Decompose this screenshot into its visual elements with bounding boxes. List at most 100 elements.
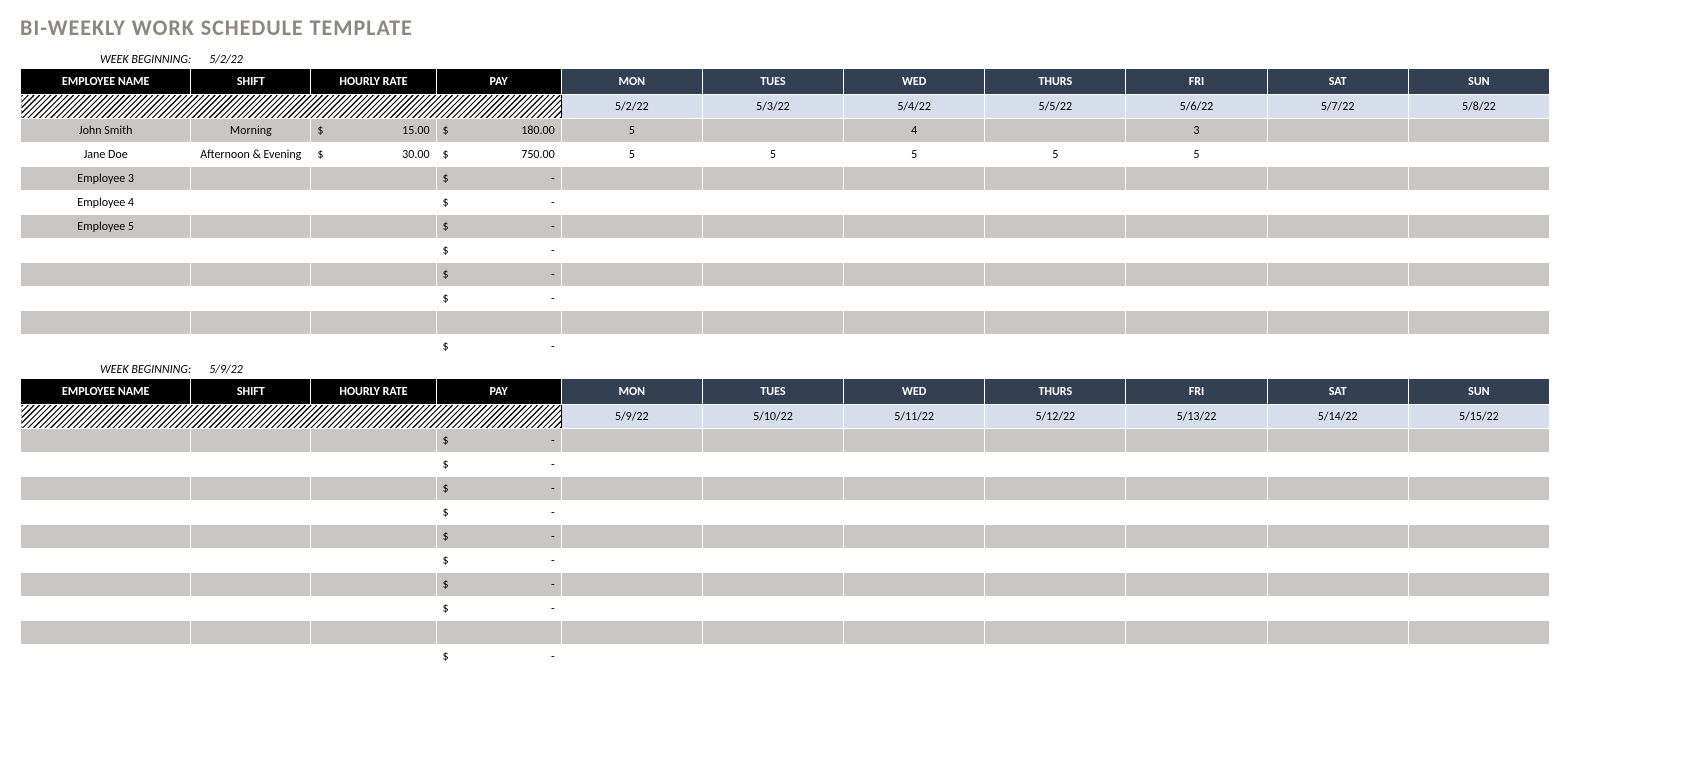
- cell-hours[interactable]: [702, 263, 843, 287]
- cell-hours[interactable]: [1267, 501, 1408, 525]
- cell-hourly-rate[interactable]: 30.00: [311, 143, 436, 167]
- cell-hours[interactable]: [1408, 311, 1549, 335]
- cell-hours[interactable]: [1126, 239, 1267, 263]
- cell-hours[interactable]: [1267, 191, 1408, 215]
- cell-hours[interactable]: [702, 597, 843, 621]
- cell-hours[interactable]: [1267, 263, 1408, 287]
- cell-hours[interactable]: [1126, 573, 1267, 597]
- cell-hours[interactable]: [1126, 335, 1267, 359]
- cell-hours[interactable]: [1267, 597, 1408, 621]
- cell-shift[interactable]: [191, 311, 311, 335]
- cell-hours[interactable]: 5: [1126, 143, 1267, 167]
- cell-hours[interactable]: [1408, 143, 1549, 167]
- cell-hours[interactable]: [702, 335, 843, 359]
- cell-hours[interactable]: [1126, 453, 1267, 477]
- cell-employee-name[interactable]: [21, 453, 191, 477]
- cell-hourly-rate[interactable]: [311, 573, 436, 597]
- cell-hours[interactable]: [702, 525, 843, 549]
- cell-hours[interactable]: 5: [561, 143, 702, 167]
- cell-hours[interactable]: [844, 525, 985, 549]
- cell-hours[interactable]: [561, 311, 702, 335]
- cell-hours[interactable]: 5: [985, 143, 1126, 167]
- cell-hours[interactable]: [1408, 191, 1549, 215]
- cell-hours[interactable]: [1408, 429, 1549, 453]
- cell-hours[interactable]: [1126, 549, 1267, 573]
- cell-hours[interactable]: [985, 645, 1126, 669]
- cell-hours[interactable]: [985, 119, 1126, 143]
- cell-hours[interactable]: 3: [1126, 119, 1267, 143]
- cell-hours[interactable]: [1126, 645, 1267, 669]
- cell-hours[interactable]: 5: [561, 119, 702, 143]
- cell-hours[interactable]: [1408, 597, 1549, 621]
- cell-hours[interactable]: [1267, 287, 1408, 311]
- cell-shift[interactable]: [191, 167, 311, 191]
- cell-hours[interactable]: [561, 215, 702, 239]
- cell-shift[interactable]: Afternoon & Evening: [191, 143, 311, 167]
- cell-hours[interactable]: [561, 453, 702, 477]
- cell-hours[interactable]: [985, 191, 1126, 215]
- cell-hours[interactable]: [702, 621, 843, 645]
- cell-hours[interactable]: [561, 429, 702, 453]
- cell-hours[interactable]: [1126, 191, 1267, 215]
- cell-shift[interactable]: Morning: [191, 119, 311, 143]
- cell-hours[interactable]: [1267, 549, 1408, 573]
- cell-hours[interactable]: [702, 287, 843, 311]
- cell-hours[interactable]: [702, 119, 843, 143]
- cell-hours[interactable]: [561, 287, 702, 311]
- cell-hours[interactable]: [844, 263, 985, 287]
- cell-hours[interactable]: [1126, 311, 1267, 335]
- cell-hours[interactable]: [561, 573, 702, 597]
- cell-hours[interactable]: [985, 239, 1126, 263]
- cell-hourly-rate[interactable]: [311, 191, 436, 215]
- cell-employee-name[interactable]: [21, 311, 191, 335]
- cell-hourly-rate[interactable]: [311, 525, 436, 549]
- cell-hours[interactable]: [1408, 573, 1549, 597]
- cell-shift[interactable]: [191, 645, 311, 669]
- cell-hours[interactable]: [561, 167, 702, 191]
- cell-hours[interactable]: [1267, 573, 1408, 597]
- cell-hours[interactable]: [1408, 501, 1549, 525]
- cell-hours[interactable]: [844, 645, 985, 669]
- cell-hours[interactable]: [561, 525, 702, 549]
- cell-employee-name[interactable]: Employee 4: [21, 191, 191, 215]
- cell-hours[interactable]: [702, 239, 843, 263]
- cell-hours[interactable]: 4: [844, 119, 985, 143]
- cell-hours[interactable]: [985, 287, 1126, 311]
- cell-hours[interactable]: [1267, 239, 1408, 263]
- cell-hours[interactable]: [985, 501, 1126, 525]
- cell-hourly-rate[interactable]: [311, 335, 436, 359]
- cell-hours[interactable]: [1126, 167, 1267, 191]
- cell-hours[interactable]: [844, 501, 985, 525]
- cell-hours[interactable]: [702, 215, 843, 239]
- cell-hours[interactable]: [1267, 621, 1408, 645]
- cell-hours[interactable]: [985, 621, 1126, 645]
- cell-employee-name[interactable]: [21, 477, 191, 501]
- cell-shift[interactable]: [191, 549, 311, 573]
- cell-hours[interactable]: [1267, 335, 1408, 359]
- cell-hours[interactable]: [702, 453, 843, 477]
- cell-hourly-rate[interactable]: [311, 239, 436, 263]
- cell-hours[interactable]: [844, 597, 985, 621]
- cell-shift[interactable]: [191, 263, 311, 287]
- cell-employee-name[interactable]: [21, 645, 191, 669]
- cell-hours[interactable]: [1408, 621, 1549, 645]
- cell-employee-name[interactable]: [21, 525, 191, 549]
- cell-hours[interactable]: [702, 167, 843, 191]
- cell-hours[interactable]: [1126, 477, 1267, 501]
- cell-hours[interactable]: [1408, 287, 1549, 311]
- cell-employee-name[interactable]: [21, 263, 191, 287]
- cell-hours[interactable]: [561, 191, 702, 215]
- cell-hours[interactable]: [844, 191, 985, 215]
- cell-hours[interactable]: [1126, 429, 1267, 453]
- cell-hours[interactable]: 5: [702, 143, 843, 167]
- cell-hours[interactable]: [561, 621, 702, 645]
- cell-shift[interactable]: [191, 453, 311, 477]
- cell-hours[interactable]: [561, 597, 702, 621]
- cell-employee-name[interactable]: [21, 287, 191, 311]
- cell-hours[interactable]: [1126, 215, 1267, 239]
- cell-hourly-rate[interactable]: [311, 501, 436, 525]
- cell-employee-name[interactable]: Jane Doe: [21, 143, 191, 167]
- cell-shift[interactable]: [191, 621, 311, 645]
- cell-hours[interactable]: [1408, 525, 1549, 549]
- cell-hours[interactable]: [561, 477, 702, 501]
